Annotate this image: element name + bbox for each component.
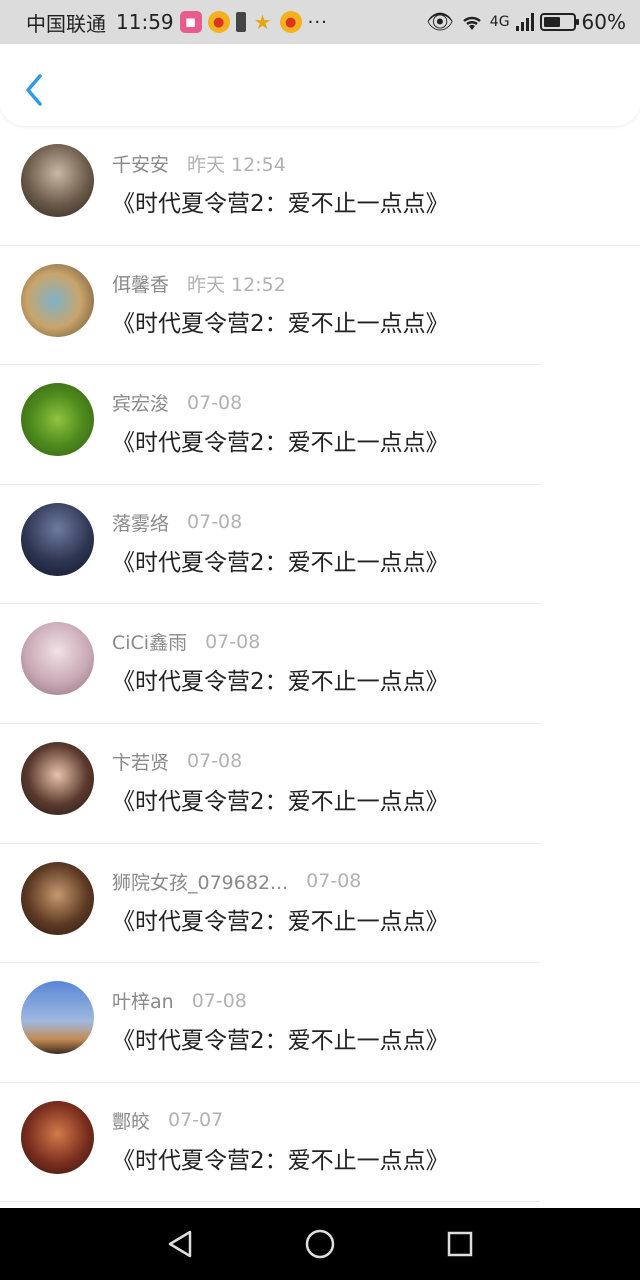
battery-level (543, 17, 561, 27)
movie-title[interactable]: 《时代夏令营2：爱不止一点点》 (112, 543, 449, 577)
back-button[interactable] (18, 70, 52, 110)
more-notifications-icon: ··· (307, 11, 328, 33)
user-name[interactable]: 佴馨香 (112, 270, 169, 297)
comment-meta: 宾宏浚 07-08 (112, 389, 242, 416)
user-name[interactable]: 宾宏浚 (112, 389, 169, 416)
clock: 11:59 (116, 10, 174, 34)
comment-list[interactable]: 千安安 昨天 12:54 《时代夏令营2：爱不止一点点》 佴馨香 昨天 12:52 《时代… (0, 126, 640, 1208)
list-item[interactable]: 落雾络 07-08 《时代夏令营2：爱不止一点点》 (0, 485, 640, 605)
movie-title[interactable]: 《时代夏令营2：爱不止一点点》 (112, 423, 449, 457)
app-notification-icon: ◼ (179, 11, 202, 33)
star-icon: ★ (253, 10, 272, 34)
user-name[interactable]: 狮院女孩_079682... (112, 868, 288, 895)
comment-meta: 狮院女孩_079682... 07-08 (112, 868, 361, 895)
comment-meta: 千安安 昨天 12:54 (112, 150, 286, 177)
avatar[interactable] (21, 502, 94, 576)
movie-title[interactable]: 《时代夏令营2：爱不止一点点》 (112, 184, 449, 218)
timestamp: 07-08 (187, 750, 243, 773)
nav-back-button[interactable] (160, 1224, 200, 1264)
list-item[interactable]: 佴馨香 昨天 12:52 《时代夏令营2：爱不止一点点》 (0, 246, 640, 366)
avatar[interactable] (21, 263, 94, 337)
user-name[interactable]: 叶梓an (112, 987, 174, 1014)
timestamp: 昨天 12:52 (187, 273, 286, 296)
avatar[interactable] (21, 861, 94, 935)
signal-icon (515, 13, 534, 31)
divider (0, 1201, 540, 1203)
list-item[interactable]: 卞若贤 07-08 《时代夏令营2：爱不止一点点》 (0, 724, 640, 844)
battery-saver-icon (235, 12, 246, 32)
comment-meta: 佴馨香 昨天 12:52 (112, 270, 286, 297)
list-item[interactable]: 狮院女孩_079682... 07-08 《时代夏令营2：爱不止一点点》 (0, 844, 640, 964)
user-name[interactable]: 落雾络 (112, 509, 169, 536)
user-name[interactable]: 千安安 (112, 150, 169, 177)
timestamp: 07-08 (205, 630, 261, 653)
timestamp: 07-08 (306, 870, 362, 893)
user-name[interactable]: CiCi鑫雨 (112, 628, 187, 655)
movie-title[interactable]: 《时代夏令营2：爱不止一点点》 (112, 304, 449, 338)
top-bar (0, 44, 640, 126)
list-item[interactable]: 酆皎 07-07 《时代夏令营2：爱不止一点点》 (0, 1083, 640, 1203)
triangle-back-icon (168, 1230, 192, 1258)
circle-home-icon (305, 1229, 335, 1259)
comment-meta: 酆皎 07-07 (112, 1107, 223, 1134)
wifi-icon (462, 16, 481, 30)
movie-title[interactable]: 《时代夏令营2：爱不止一点点》 (112, 782, 449, 816)
system-nav-bar (0, 1208, 640, 1280)
nav-recents-button[interactable] (440, 1224, 480, 1264)
comment-meta: 落雾络 07-08 (112, 509, 242, 536)
carrier-name: 中国联通 (26, 11, 106, 36)
timestamp: 07-08 (187, 391, 243, 414)
battery-icon (539, 13, 579, 31)
status-bar-left: 中国联通 11:59 ◼ ● ★ ● ··· (26, 8, 328, 37)
network-type: 4G (489, 14, 510, 30)
list-item[interactable]: 千安安 昨天 12:54 《时代夏令营2：爱不止一点点》 (0, 126, 640, 246)
comment-meta: CiCi鑫雨 07-08 (112, 628, 260, 655)
list-item[interactable]: CiCi鑫雨 07-08 《时代夏令营2：爱不止一点点》 (0, 604, 640, 724)
weibo-icon: ● (207, 11, 230, 33)
battery-percent: 60% (581, 10, 626, 34)
timestamp: 07-07 (168, 1109, 224, 1132)
movie-title[interactable]: 《时代夏令营2：爱不止一点点》 (112, 1141, 449, 1175)
square-recents-icon (447, 1231, 473, 1257)
movie-title[interactable]: 《时代夏令营2：爱不止一点点》 (112, 1021, 449, 1055)
timestamp: 07-08 (191, 989, 247, 1012)
timestamp: 昨天 12:54 (187, 154, 286, 176)
avatar[interactable] (21, 981, 94, 1055)
comment-meta: 叶梓an 07-08 (112, 987, 247, 1014)
status-bar-right: 👁 4G 60% (426, 10, 626, 35)
user-name[interactable]: 卞若贤 (112, 748, 169, 775)
list-item[interactable]: 叶梓an 07-08 《时代夏令营2：爱不止一点点》 (0, 963, 640, 1083)
avatar[interactable] (21, 144, 94, 217)
avatar[interactable] (21, 383, 94, 457)
user-name[interactable]: 酆皎 (112, 1107, 150, 1134)
movie-title[interactable]: 《时代夏令营2：爱不止一点点》 (112, 902, 449, 936)
list-item[interactable]: 宾宏浚 07-08 《时代夏令营2：爱不止一点点》 (0, 365, 640, 485)
status-bar: 中国联通 11:59 ◼ ● ★ ● ··· 👁 4G 60% (0, 0, 640, 44)
nav-home-button[interactable] (300, 1224, 340, 1264)
avatar[interactable] (21, 622, 94, 696)
weibo-icon: ● (279, 11, 302, 33)
movie-title[interactable]: 《时代夏令营2：爱不止一点点》 (112, 662, 449, 696)
avatar[interactable] (21, 1100, 94, 1174)
timestamp: 07-08 (187, 511, 243, 534)
eye-icon: 👁 (425, 9, 454, 35)
comment-meta: 卞若贤 07-08 (112, 748, 242, 775)
chevron-left-icon (26, 74, 42, 106)
avatar[interactable] (21, 741, 94, 815)
